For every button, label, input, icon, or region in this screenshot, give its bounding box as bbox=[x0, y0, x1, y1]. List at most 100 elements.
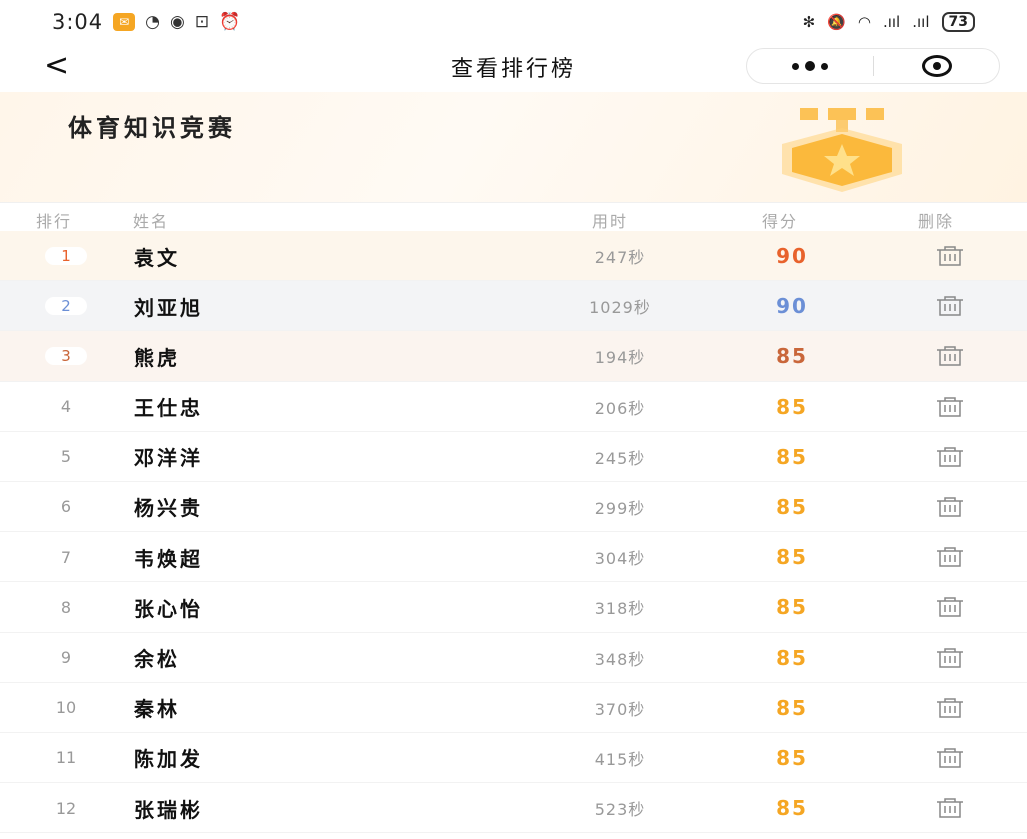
score: 85 bbox=[776, 444, 808, 469]
header-rank: 排行 bbox=[36, 212, 73, 231]
score: 85 bbox=[776, 745, 808, 770]
time-used: 318秒 bbox=[594, 599, 646, 619]
time-used: 370秒 bbox=[594, 699, 646, 719]
rank-number: 8 bbox=[60, 597, 72, 617]
trash-icon bbox=[937, 246, 963, 266]
table-row: 9 余松 348秒 85 bbox=[0, 632, 1027, 683]
trash-icon bbox=[937, 547, 963, 567]
delete-button[interactable] bbox=[928, 683, 972, 733]
score: 85 bbox=[776, 494, 808, 519]
score: 85 bbox=[776, 645, 808, 670]
quiz-banner: 体育知识竞赛 bbox=[0, 92, 1027, 202]
rank-number: 6 bbox=[60, 497, 72, 517]
back-button[interactable]: < bbox=[44, 48, 69, 83]
nfc-icon: ⊡ bbox=[194, 12, 210, 32]
score: 85 bbox=[776, 595, 808, 620]
participant-name: 袁文 bbox=[134, 245, 180, 270]
delete-button[interactable] bbox=[928, 783, 972, 833]
mini-program-capsule bbox=[746, 48, 1000, 84]
page-title: 查看排行榜 bbox=[450, 57, 576, 82]
table-row: 5 邓洋洋 245秒 85 bbox=[0, 431, 1027, 482]
time-used: 194秒 bbox=[594, 348, 646, 368]
ranking-list: 1 袁文 247秒 90 2 刘亚旭 1029秒 90 3 熊虎 194秒 85… bbox=[0, 231, 1027, 834]
score: 85 bbox=[776, 344, 808, 369]
participant-name: 刘亚旭 bbox=[134, 295, 203, 320]
rank-number: 11 bbox=[55, 748, 77, 768]
table-row: 1 袁文 247秒 90 bbox=[0, 231, 1027, 282]
participant-name: 余松 bbox=[134, 647, 180, 671]
status-left: 3:04 ✉ ◔ ◉ ⊡ ⏰ bbox=[52, 10, 240, 34]
delete-button[interactable] bbox=[928, 281, 972, 331]
target-icon bbox=[921, 55, 952, 77]
trash-icon bbox=[937, 697, 963, 718]
rank-number: 4 bbox=[60, 397, 72, 417]
rank-number: 5 bbox=[60, 447, 72, 467]
delete-button[interactable] bbox=[928, 532, 972, 582]
quiz-title: 体育知识竞赛 bbox=[68, 114, 236, 142]
close-mini-program-button[interactable] bbox=[874, 55, 999, 77]
time-used: 245秒 bbox=[594, 448, 646, 468]
more-dot-icon bbox=[792, 62, 799, 70]
delete-button[interactable] bbox=[928, 231, 972, 281]
delete-button[interactable] bbox=[928, 733, 972, 783]
table-row: 7 韦焕超 304秒 85 bbox=[0, 532, 1027, 583]
trash-icon bbox=[937, 597, 963, 618]
rank-number: 9 bbox=[60, 648, 72, 667]
score: 90 bbox=[776, 294, 808, 319]
table-row: 11 陈加发 415秒 85 bbox=[0, 732, 1027, 784]
delete-button[interactable] bbox=[928, 582, 972, 632]
participant-name: 张瑞彬 bbox=[134, 797, 203, 822]
trash-icon bbox=[937, 497, 963, 517]
alarm-icon: ⏰ bbox=[219, 12, 241, 32]
time-used: 304秒 bbox=[594, 549, 646, 569]
more-menu-button[interactable] bbox=[747, 61, 873, 71]
more-dot-icon bbox=[805, 61, 815, 71]
notification-icon: ◔ bbox=[145, 12, 161, 32]
trash-icon bbox=[937, 447, 963, 467]
trash-icon bbox=[937, 396, 963, 417]
table-row: 8 张心怡 318秒 85 bbox=[0, 582, 1027, 633]
time-used: 523秒 bbox=[594, 800, 646, 820]
trash-icon bbox=[937, 346, 963, 367]
score: 85 bbox=[776, 545, 808, 570]
score: 85 bbox=[776, 796, 808, 821]
battery-icon: 73 bbox=[941, 12, 975, 32]
delete-button[interactable] bbox=[928, 432, 972, 482]
time-used: 299秒 bbox=[594, 498, 646, 518]
app-notification-icon: ✉ bbox=[113, 13, 136, 31]
eye-icon: ◉ bbox=[170, 12, 185, 32]
delete-button[interactable] bbox=[928, 382, 972, 432]
table-row: 12 张瑞彬 523秒 85 bbox=[0, 783, 1027, 834]
status-bar: 3:04 ✉ ◔ ◉ ⊡ ⏰ ✻ 🔕 ◠ .ııl .ııl 73 bbox=[0, 0, 1027, 44]
delete-button[interactable] bbox=[928, 633, 972, 683]
medal-icon bbox=[782, 108, 902, 192]
participant-name: 陈加发 bbox=[134, 747, 203, 772]
rank-number: 7 bbox=[60, 547, 72, 567]
score: 85 bbox=[776, 695, 808, 720]
participant-name: 邓洋洋 bbox=[134, 446, 203, 471]
participant-name: 熊虎 bbox=[134, 345, 180, 370]
participant-name: 杨兴贵 bbox=[134, 496, 203, 521]
header-delete: 删除 bbox=[918, 212, 955, 231]
more-dot-icon bbox=[821, 62, 828, 70]
rank-number: 12 bbox=[55, 798, 77, 818]
header-score: 得分 bbox=[762, 212, 799, 231]
nav-bar: < 查看排行榜 bbox=[0, 44, 1027, 90]
trash-icon bbox=[937, 748, 963, 768]
header-time: 用时 bbox=[592, 212, 629, 231]
time-used: 348秒 bbox=[594, 649, 646, 669]
table-row: 10 秦林 370秒 85 bbox=[0, 682, 1027, 733]
table-row: 4 王仕忠 206秒 85 bbox=[0, 381, 1027, 432]
score: 90 bbox=[776, 244, 808, 268]
delete-button[interactable] bbox=[928, 331, 972, 381]
table-row: 3 熊虎 194秒 85 bbox=[0, 331, 1027, 382]
time-used: 1029秒 bbox=[589, 298, 651, 318]
table-row: 6 杨兴贵 299秒 85 bbox=[0, 481, 1027, 533]
bluetooth-icon: ✻ bbox=[802, 13, 816, 31]
delete-button[interactable] bbox=[928, 482, 972, 532]
participant-name: 韦焕超 bbox=[134, 546, 203, 571]
status-right: ✻ 🔕 ◠ .ııl .ııl 73 bbox=[803, 12, 975, 32]
header-name: 姓名 bbox=[133, 212, 170, 231]
rank-number: 10 bbox=[55, 698, 77, 718]
wifi-icon: ◠ bbox=[857, 13, 871, 31]
